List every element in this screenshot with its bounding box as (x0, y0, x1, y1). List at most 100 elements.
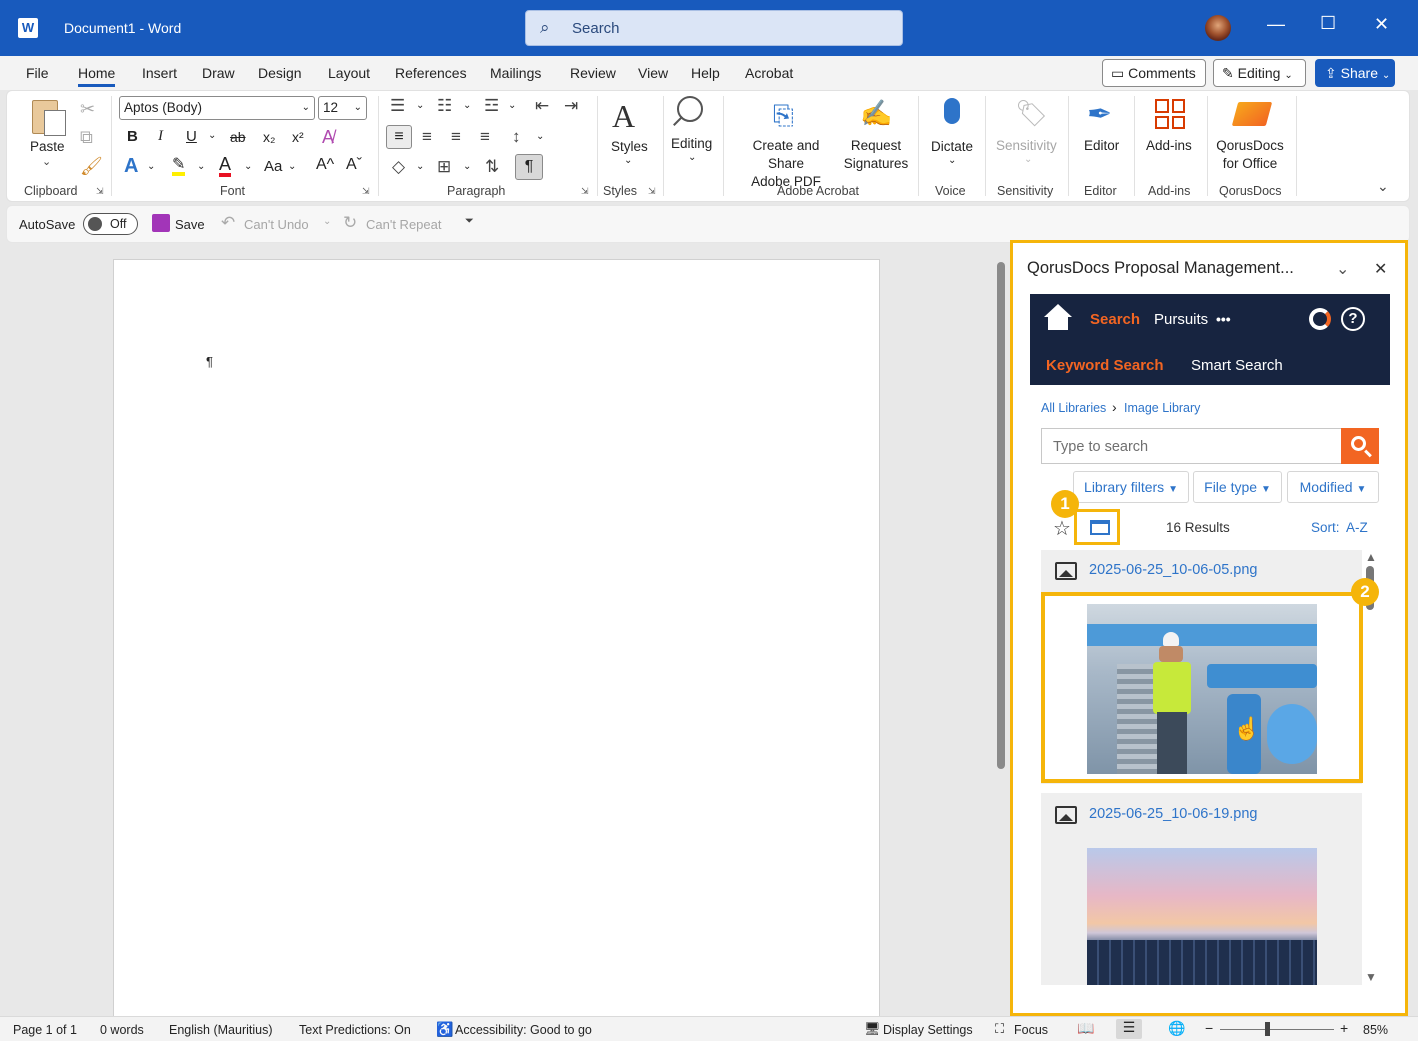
comments-button[interactable]: ▭ Comments (1102, 59, 1206, 87)
shrink-font-button[interactable]: Aˇ (346, 156, 362, 174)
view-toggle-button[interactable] (1074, 509, 1120, 545)
tab-smart-search[interactable]: Smart Search (1191, 357, 1283, 374)
file-type-dropdown[interactable]: File type ▼ (1193, 471, 1282, 503)
zoom-level[interactable]: 85% (1363, 1023, 1388, 1037)
avatar[interactable] (1205, 15, 1231, 41)
maximize-button[interactable]: ☐ (1320, 13, 1336, 34)
scroll-up-icon[interactable]: ▲ (1365, 550, 1377, 564)
repeat-button[interactable]: Can't Repeat (366, 217, 441, 232)
chevron-down-icon[interactable]: ⌄ (42, 155, 51, 168)
highlight-icon[interactable]: ✎ (172, 157, 186, 176)
library-search-input[interactable]: Type to search (1041, 428, 1342, 464)
collapse-ribbon-icon[interactable]: ⌄ (1377, 178, 1389, 195)
worker-valve-image[interactable]: ☝ (1087, 604, 1317, 774)
status-text-predictions[interactable]: Text Predictions: On (299, 1023, 411, 1037)
italic-button[interactable]: I (158, 128, 163, 145)
editing-mode-button[interactable]: ✎ Editing ⌄ (1213, 59, 1306, 87)
justify-icon[interactable]: ≡ (480, 127, 490, 147)
copy-icon[interactable]: ⧉ (80, 127, 93, 148)
nav-search[interactable]: Search (1090, 311, 1140, 328)
zoom-in-button[interactable]: + (1340, 1020, 1348, 1036)
sort-icon[interactable]: ⇅ (485, 157, 499, 177)
tab-help[interactable]: Help (691, 65, 720, 81)
repeat-icon[interactable]: ↻ (343, 213, 357, 233)
chevron-down-icon[interactable]: ⌄ (508, 100, 516, 111)
sort-label[interactable]: Sort: (1311, 520, 1340, 535)
chevron-down-icon[interactable]: ⌄ (463, 161, 471, 172)
superscript-button[interactable]: x² (292, 129, 304, 145)
strikethrough-button[interactable]: ab (230, 129, 246, 145)
chevron-down-icon[interactable]: ⌄ (463, 100, 471, 111)
home-icon[interactable] (1042, 304, 1074, 332)
tab-home[interactable]: Home (78, 65, 116, 87)
chevron-down-icon[interactable]: ⌄ (688, 152, 696, 163)
save-button[interactable]: Save (175, 217, 205, 232)
editor-button[interactable]: Editor (1084, 137, 1119, 155)
chevron-down-icon[interactable]: ⌄ (323, 216, 331, 227)
zoom-slider-thumb[interactable] (1265, 1022, 1270, 1036)
subscript-button[interactable]: x₂ (263, 129, 275, 145)
print-layout-icon[interactable]: ☰ (1116, 1019, 1142, 1039)
breadcrumb-image-library[interactable]: Image Library (1124, 401, 1200, 415)
library-filters-dropdown[interactable]: Library filters ▼ (1073, 471, 1189, 503)
decrease-indent-icon[interactable]: ⇤ (535, 96, 549, 116)
zoom-out-button[interactable]: − (1205, 1020, 1213, 1036)
font-color-icon[interactable]: A (219, 155, 232, 177)
font-name-combo[interactable]: Aptos (Body) ⌄ (119, 96, 315, 120)
more-icon[interactable]: ••• (1216, 311, 1231, 327)
align-left-icon[interactable]: ≡ (386, 125, 412, 149)
paste-button[interactable]: Paste (30, 138, 65, 156)
minimize-button[interactable]: — (1267, 14, 1285, 35)
text-effects-icon[interactable]: A (124, 155, 138, 178)
undo-icon[interactable]: ↶ (221, 213, 235, 233)
dictate-button[interactable]: Dictate (931, 138, 973, 156)
chevron-down-icon[interactable]: ⌄ (197, 161, 205, 172)
tab-keyword-search[interactable]: Keyword Search (1046, 357, 1164, 374)
tab-layout[interactable]: Layout (328, 65, 370, 81)
modified-dropdown[interactable]: Modified ▼ (1287, 471, 1379, 503)
title-search-box[interactable]: ⌕ Search (525, 10, 903, 46)
font-size-combo[interactable]: 12 ⌄ (318, 96, 367, 120)
zoom-slider[interactable] (1220, 1029, 1334, 1030)
tab-references[interactable]: References (395, 65, 467, 81)
request-signatures-button[interactable]: Request Signatures (843, 137, 909, 173)
dialog-launcher-icon[interactable]: ⇲ (648, 186, 656, 197)
status-language[interactable]: English (Mauritius) (169, 1023, 273, 1037)
align-center-icon[interactable]: ≡ (422, 127, 432, 147)
addins-button[interactable]: Add-ins (1146, 137, 1192, 155)
sensitivity-button[interactable]: Sensitivity (996, 137, 1057, 155)
dialog-launcher-icon[interactable]: ⇲ (581, 186, 589, 197)
dialog-launcher-icon[interactable]: ⇲ (96, 186, 104, 197)
nav-pursuits[interactable]: Pursuits (1154, 311, 1208, 328)
show-formatting-marks-button[interactable]: ¶ (515, 154, 543, 180)
display-settings-button[interactable]: Display Settings (883, 1023, 973, 1037)
status-accessibility[interactable]: Accessibility: Good to go (455, 1023, 592, 1037)
document-scrollbar[interactable] (997, 262, 1005, 769)
chevron-down-icon[interactable]: ⌄ (244, 161, 252, 172)
line-spacing-icon[interactable]: ↕ (512, 127, 521, 147)
qorusdocs-button[interactable]: QorusDocs for Office (1214, 137, 1286, 173)
customize-qat-icon[interactable]: ⏷ (465, 215, 474, 228)
grow-font-button[interactable]: A^ (316, 156, 334, 174)
chevron-down-icon[interactable]: ⌄ (624, 155, 632, 166)
dialog-launcher-icon[interactable]: ⇲ (362, 186, 370, 197)
breadcrumb-all-libraries[interactable]: All Libraries (1041, 401, 1106, 415)
focus-button[interactable]: Focus (1014, 1023, 1048, 1037)
autosave-toggle[interactable]: Off (83, 213, 138, 235)
close-button[interactable]: ✕ (1374, 14, 1389, 35)
tab-design[interactable]: Design (258, 65, 302, 81)
pane-close-icon[interactable]: ✕ (1374, 259, 1387, 279)
chevron-down-icon[interactable]: ⌄ (1024, 154, 1032, 165)
tab-acrobat[interactable]: Acrobat (745, 65, 793, 81)
styles-button[interactable]: Styles (611, 138, 648, 156)
chevron-down-icon[interactable]: ⌄ (948, 155, 956, 166)
document-page[interactable]: ¶ (113, 259, 880, 1019)
borders-icon[interactable]: ⊞ (437, 157, 451, 177)
cut-icon[interactable]: ✂ (80, 99, 95, 120)
status-words[interactable]: 0 words (100, 1023, 144, 1037)
increase-indent-icon[interactable]: ⇥ (564, 96, 578, 116)
pane-options-chevron-icon[interactable]: ⌄ (1336, 259, 1349, 279)
chevron-down-icon[interactable]: ⌄ (536, 131, 544, 142)
bullets-icon[interactable]: ☰ (390, 96, 405, 116)
chevron-down-icon[interactable]: ⌄ (416, 161, 424, 172)
